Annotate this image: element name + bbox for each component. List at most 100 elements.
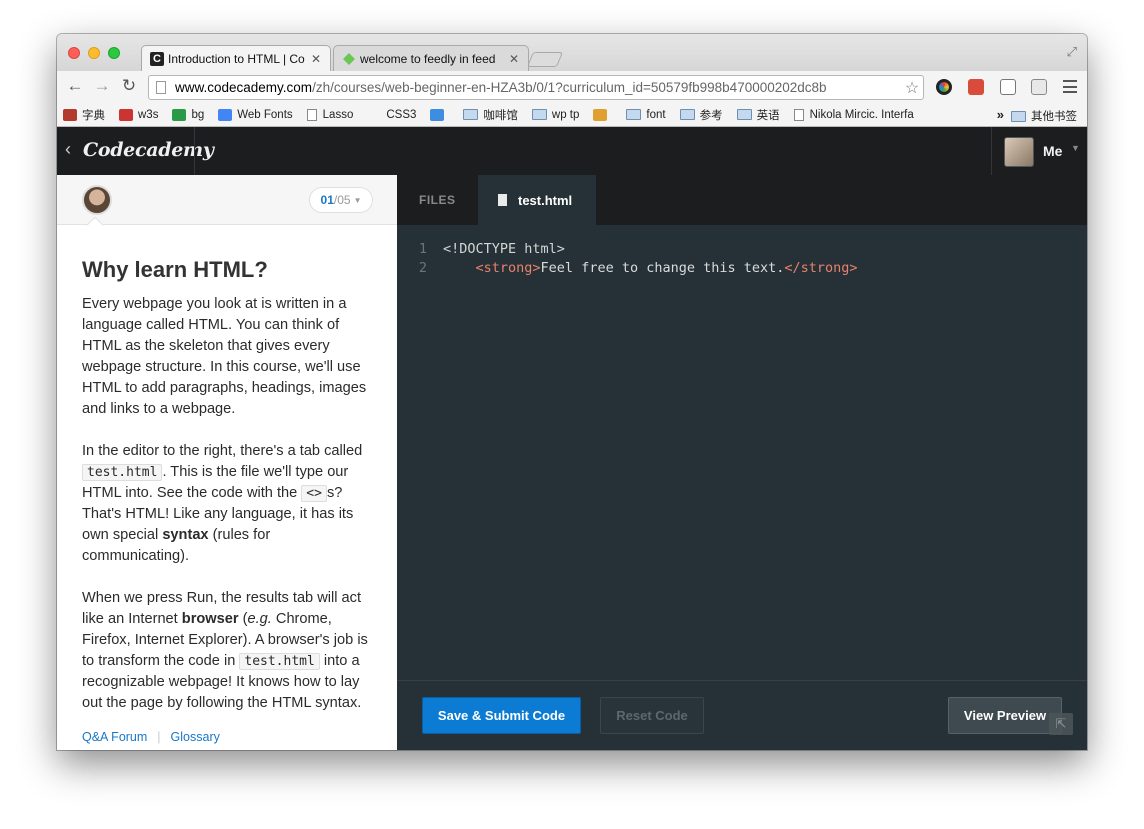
bookmark-item[interactable]: 字典 xyxy=(63,107,105,123)
lesson-header: 01 /05 ▼ xyxy=(57,175,397,225)
site-favicon-icon xyxy=(218,108,233,121)
bookmark-item[interactable]: bg xyxy=(172,108,204,121)
site-favicon-icon xyxy=(593,108,608,121)
code-area[interactable]: 1 <!DOCTYPE html> 2 <strong> Feel free to… xyxy=(397,240,1087,278)
address-bar[interactable]: www.codecademy.com/zh/courses/web-beginn… xyxy=(148,75,924,100)
files-tab[interactable]: FILES xyxy=(419,193,456,207)
page-icon xyxy=(156,81,166,94)
close-icon[interactable]: ✕ xyxy=(508,52,520,66)
code-chip: test.html xyxy=(82,464,163,481)
qa-forum-link[interactable]: Q&A Forum xyxy=(82,730,147,744)
lesson-paragraph-1: Every webpage you look at is written in … xyxy=(82,296,367,417)
bookmarks-more-chevron[interactable]: » xyxy=(997,107,1004,122)
pin-extension-icon[interactable] xyxy=(1031,79,1047,95)
popout-icon[interactable]: ⇱ xyxy=(1049,713,1073,735)
menu-icon[interactable] xyxy=(1063,80,1077,93)
lesson-title: Why learn HTML? xyxy=(82,257,268,282)
bookmark-label: w3s xyxy=(138,108,159,121)
user-avatar[interactable] xyxy=(1004,137,1034,167)
bookmarks-bar: 字典 w3s bg Web Fonts Lasso CSS3 咖啡馆 wp tp font 参考 英… xyxy=(57,103,1087,127)
code-text: <!DOCTYPE html> xyxy=(443,241,565,257)
code-text: Feel free to change this text. xyxy=(540,260,785,276)
tab-title: welcome to feedly in feed xyxy=(360,51,496,66)
bookmark-item[interactable]: 咖啡馆 xyxy=(463,107,518,123)
line-number: 1 xyxy=(418,241,427,257)
browser-window: C Introduction to HTML | Co ✕ welcome to… xyxy=(57,34,1087,750)
back-arrow-icon[interactable]: ← xyxy=(64,76,86,96)
tab-title: Introduction to HTML | Co xyxy=(168,51,305,66)
instructor-avatar xyxy=(82,185,112,215)
progress-current: 01 xyxy=(320,193,334,207)
code-chip: test.html xyxy=(239,653,320,670)
code-chip: <> xyxy=(301,485,327,502)
bookmark-item[interactable]: Lasso xyxy=(306,108,354,121)
bookmark-label: Lasso xyxy=(322,108,354,121)
new-tab-button[interactable] xyxy=(526,52,564,67)
forward-arrow-icon[interactable]: → xyxy=(91,76,113,96)
bookmark-label: Web Fonts xyxy=(237,108,293,121)
document-icon xyxy=(306,108,317,121)
bookmark-item[interactable]: Web Fonts xyxy=(218,108,293,121)
line-number: 2 xyxy=(418,260,427,276)
browser-tab-feedly[interactable]: welcome to feedly in feed ✕ xyxy=(333,45,529,71)
site-favicon-icon xyxy=(172,108,187,121)
bookmark-item[interactable]: wp tp xyxy=(531,108,580,121)
code-close-tag: </strong> xyxy=(784,260,858,276)
bookmark-item[interactable]: CSS3 xyxy=(367,108,416,121)
user-menu-label[interactable]: Me xyxy=(1043,143,1062,159)
bookmark-label: 参考 xyxy=(699,109,723,122)
bookmark-item[interactable]: font xyxy=(626,108,666,121)
bookmark-item[interactable]: 英语 xyxy=(736,107,780,123)
file-tab-test-html[interactable]: test.html xyxy=(478,175,596,225)
url-text: www.codecademy.com/zh/courses/web-beginn… xyxy=(175,80,827,95)
folder-icon xyxy=(626,109,642,120)
reload-icon[interactable]: ↻ xyxy=(118,76,140,96)
lesson-paragraph-3: When we press Run, the results tab will … xyxy=(82,590,368,711)
bookmark-label: 字典 xyxy=(82,109,105,122)
view-preview-button[interactable]: View Preview xyxy=(948,697,1062,734)
bookmarks-list: 字典 w3s bg Web Fonts Lasso CSS3 咖啡馆 wp tp font 参考 英… xyxy=(63,107,928,123)
bookmark-item[interactable]: w3s xyxy=(119,108,159,121)
lesson-progress-dropdown[interactable]: 01 /05 ▼ xyxy=(309,187,373,213)
folder-icon xyxy=(531,109,547,120)
chevron-down-icon[interactable]: ▼ xyxy=(1071,143,1080,153)
close-icon[interactable]: ✕ xyxy=(310,52,322,66)
browser-tab-codecademy[interactable]: C Introduction to HTML | Co ✕ xyxy=(141,45,331,71)
bookmark-label: 英语 xyxy=(756,109,780,122)
bookmark-label: wp tp xyxy=(551,108,580,121)
progress-total: /05 xyxy=(333,193,351,207)
browser-toolbar: ← → ↻ www.codecademy.com/zh/courses/web-… xyxy=(57,71,1087,103)
window-minimize-button[interactable] xyxy=(88,47,100,59)
bookmark-label: font xyxy=(646,108,666,121)
site-favicon-icon xyxy=(119,108,133,121)
folder-icon xyxy=(736,109,752,120)
save-submit-button[interactable]: Save & Submit Code xyxy=(422,697,581,734)
folder-icon xyxy=(679,109,695,120)
bookmark-star-icon[interactable]: ☆ xyxy=(901,78,923,98)
window-close-button[interactable] xyxy=(68,47,80,59)
site-favicon-icon xyxy=(63,108,77,121)
color-picker-extension-icon[interactable] xyxy=(936,79,952,95)
bookmark-item[interactable]: 参考 xyxy=(679,107,723,123)
reset-code-button[interactable]: Reset Code xyxy=(600,697,704,734)
header-divider xyxy=(194,127,195,175)
header-divider xyxy=(991,127,992,175)
document-icon xyxy=(793,108,804,121)
gmail-extension-icon[interactable] xyxy=(1000,79,1016,95)
window-maximize-button[interactable] xyxy=(108,47,120,59)
bookmark-extension-icon[interactable] xyxy=(968,79,984,95)
bookmark-item[interactable]: Nikola Mircic. Interfa xyxy=(793,108,914,121)
code-editor-panel: FILES test.html 1 <!DOCTYPE html> 2 <str… xyxy=(397,175,1087,750)
bookmark-label: 咖啡馆 xyxy=(483,109,518,122)
bookmark-label: Nikola Mircic. Interfa xyxy=(809,108,914,121)
other-bookmarks[interactable]: 其他书签 xyxy=(1011,108,1077,124)
glossary-link[interactable]: Glossary xyxy=(171,730,220,744)
editor-actions: Save & Submit Code Reset Code View Previ… xyxy=(397,680,1087,750)
fullscreen-icon[interactable]: ⤢ xyxy=(1067,44,1077,60)
lesson-paragraph-2: In the editor to the right, there's a ta… xyxy=(82,443,363,564)
back-chevron-icon[interactable]: ‹ xyxy=(65,139,71,160)
other-bookmarks-label: 其他书签 xyxy=(1031,111,1077,123)
bookmark-item[interactable] xyxy=(593,108,612,121)
bookmark-item[interactable] xyxy=(430,108,449,121)
